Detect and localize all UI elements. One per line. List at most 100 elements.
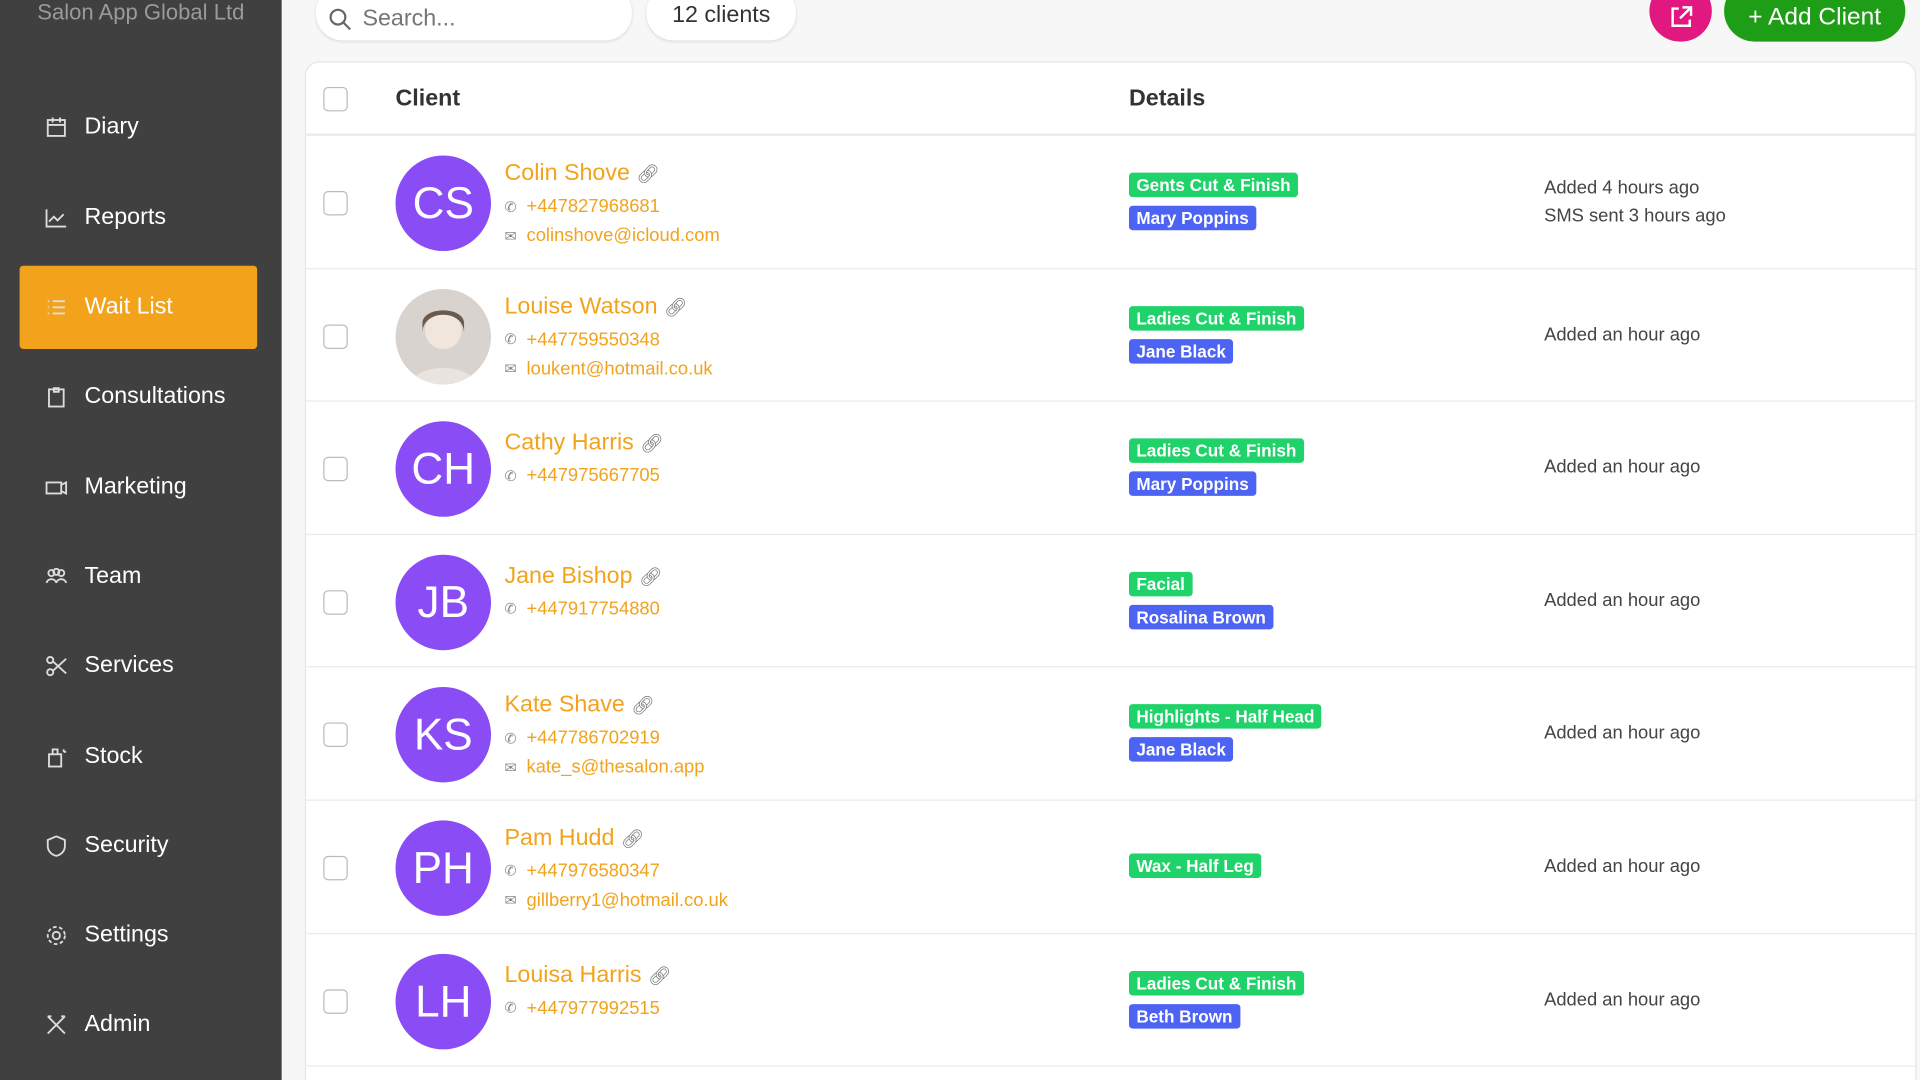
- sidebar-item-marketing[interactable]: Marketing: [20, 445, 258, 528]
- client-phone[interactable]: ✆ +447917754880: [504, 599, 659, 620]
- link-icon: 🔗︎: [620, 828, 645, 850]
- calendar-icon: [46, 118, 66, 138]
- client-table: Client Details CS Colin Shove 🔗︎ ✆ +44782…: [304, 61, 1917, 1080]
- phone-icon: ✆: [504, 600, 517, 618]
- client-name-link[interactable]: Colin Shove 🔗︎: [504, 160, 659, 187]
- phone-icon: ✆: [504, 999, 517, 1017]
- tools-icon: [47, 1015, 66, 1035]
- link-icon: 🔗︎: [636, 164, 660, 185]
- scissors-icon: [46, 656, 67, 677]
- sidebar-item-label: Marketing: [84, 473, 187, 500]
- service-tag: Facial: [1128, 571, 1193, 597]
- sidebar-item-reports[interactable]: Reports: [20, 176, 258, 259]
- sidebar-item-security[interactable]: Security: [20, 804, 258, 887]
- row-status: Added an hour ago: [1544, 586, 1700, 614]
- client-email[interactable]: ✉ colinshove@icloud.com: [504, 225, 719, 246]
- row-checkbox[interactable]: [323, 191, 348, 216]
- link-icon: 🔗︎: [639, 566, 663, 588]
- table-row[interactable]: LH Louisa Harris 🔗︎ ✆ +447977992515 Ladie…: [306, 934, 1916, 1067]
- client-name-link[interactable]: Louise Watson 🔗︎: [504, 293, 687, 320]
- search-input[interactable]: [362, 5, 608, 33]
- row-status: Added an hour ago: [1544, 852, 1700, 880]
- staff-tag: Jane Black: [1128, 338, 1234, 364]
- service-tag: Wax - Half Leg: [1128, 853, 1262, 878]
- table-row[interactable]: KS Kate Shave 🔗︎ ✆ +447786702919 ✉ kate_s@…: [306, 668, 1916, 801]
- client-phone[interactable]: ✆ +447827968681: [504, 196, 659, 217]
- sidebar-item-team[interactable]: Team: [20, 535, 258, 618]
- sidebar-item-label: Settings: [84, 922, 169, 948]
- sidebar-item-services[interactable]: Services: [20, 625, 258, 708]
- client-phone[interactable]: ✆ +447786702919: [504, 728, 659, 749]
- service-tag: Ladies Cut & Finish: [1128, 305, 1304, 331]
- sidebar-item-wait-list[interactable]: Wait List: [19, 265, 258, 349]
- team-icon: [45, 567, 68, 584]
- client-email[interactable]: ✉ gillberry1@hotmail.co.uk: [504, 890, 727, 911]
- shield-icon: [46, 835, 66, 857]
- client-email[interactable]: ✉ loukent@hotmail.co.uk: [504, 358, 712, 379]
- status-line: Added an hour ago: [1544, 456, 1701, 478]
- row-checkbox[interactable]: [323, 855, 348, 881]
- client-phone[interactable]: ✆ +447976580347: [504, 861, 659, 882]
- client-name-link[interactable]: Jane Bishop 🔗︎: [504, 563, 662, 590]
- staff-tag: Jane Black: [1128, 737, 1234, 763]
- header-client: Client: [395, 85, 461, 112]
- org-name: Salon App Global Ltd: [37, 0, 245, 25]
- row-status: Added an hour ago: [1544, 985, 1700, 1013]
- table-row[interactable]: CH Cathy Harris 🔗︎ ✆ +447975667705 Ladies…: [306, 402, 1916, 535]
- chart-icon: [45, 209, 67, 228]
- row-status: Added an hour ago: [1544, 453, 1700, 481]
- row-checkbox[interactable]: [323, 722, 348, 748]
- sidebar-item-admin[interactable]: Admin: [20, 984, 258, 1067]
- client-phone[interactable]: ✆ +447975667705: [504, 466, 659, 487]
- avatar: LH: [395, 953, 492, 1049]
- client-name-link[interactable]: Kate Shave 🔗︎: [504, 692, 654, 719]
- client-count: 12 clients: [646, 0, 796, 41]
- phone-icon: ✆: [504, 729, 517, 747]
- service-tag: Gents Cut & Finish: [1128, 172, 1298, 198]
- avatar: CS: [395, 155, 492, 252]
- status-line: Added an hour ago: [1544, 589, 1701, 611]
- table-row[interactable]: JB Jane Bishop 🔗︎ ✆ +447917754880 Facial …: [306, 535, 1916, 668]
- select-all-checkbox[interactable]: [323, 86, 348, 112]
- avatar: KS: [395, 687, 492, 783]
- sidebar-item-consultations[interactable]: Consultations: [20, 355, 258, 438]
- sidebar-item-diary[interactable]: Diary: [20, 86, 258, 169]
- table-row[interactable]: PH Pam Hudd 🔗︎ ✆ +447976580347 ✉ gillberry…: [306, 801, 1916, 934]
- row-checkbox[interactable]: [323, 589, 348, 615]
- client-name-link[interactable]: Pam Hudd 🔗︎: [504, 825, 644, 852]
- avatar: PH: [395, 820, 492, 916]
- sidebar-item-label: Team: [84, 563, 142, 589]
- row-checkbox[interactable]: [323, 988, 348, 1014]
- sidebar-item-label: Services: [84, 652, 174, 679]
- client-phone[interactable]: ✆ +447759550348: [504, 329, 659, 350]
- staff-tag: Rosalina Brown: [1128, 604, 1274, 630]
- table-row[interactable]: Louise Watson 🔗︎ ✆ +447759550348 ✉ loukent…: [306, 269, 1916, 402]
- status-line: SMS sent 3 hours ago: [1544, 205, 1726, 227]
- client-name-link[interactable]: Louisa Harris 🔗︎: [504, 962, 671, 989]
- export-button[interactable]: [1649, 0, 1712, 42]
- staff-tag: Mary Poppins: [1128, 471, 1257, 497]
- table-row[interactable]: CS Colin Shove 🔗︎ ✆ +447827968681 ✉ colins…: [306, 136, 1916, 269]
- link-icon: 🔗︎: [663, 297, 688, 318]
- sidebar-item-settings[interactable]: Settings: [20, 894, 258, 977]
- sidebar-item-label: Wait List: [84, 293, 173, 320]
- row-checkbox[interactable]: [323, 456, 348, 482]
- sidebar-item-stock[interactable]: Stock: [20, 714, 258, 797]
- envelope-icon: ✉: [504, 759, 517, 777]
- client-email[interactable]: ✉ kate_s@thesalon.app: [504, 757, 704, 778]
- table-header: Client Details: [306, 62, 1916, 136]
- sidebar-item-label: Stock: [84, 742, 143, 769]
- avatar: JB: [395, 554, 492, 650]
- envelope-icon: ✉: [504, 227, 517, 245]
- client-name-link[interactable]: Cathy Harris 🔗︎: [504, 430, 663, 457]
- row-checkbox[interactable]: [323, 323, 348, 349]
- search-icon: [329, 8, 351, 30]
- row-status: Added an hour ago: [1544, 320, 1700, 348]
- service-tag: Ladies Cut & Finish: [1128, 438, 1304, 464]
- stock-icon: [48, 747, 67, 767]
- search-box[interactable]: [315, 0, 632, 41]
- client-phone[interactable]: ✆ +447977992515: [504, 997, 659, 1018]
- avatar-photo: [395, 288, 492, 384]
- add-client-button[interactable]: + Add Client: [1724, 0, 1906, 42]
- status-line: Added 4 hours ago: [1544, 177, 1700, 199]
